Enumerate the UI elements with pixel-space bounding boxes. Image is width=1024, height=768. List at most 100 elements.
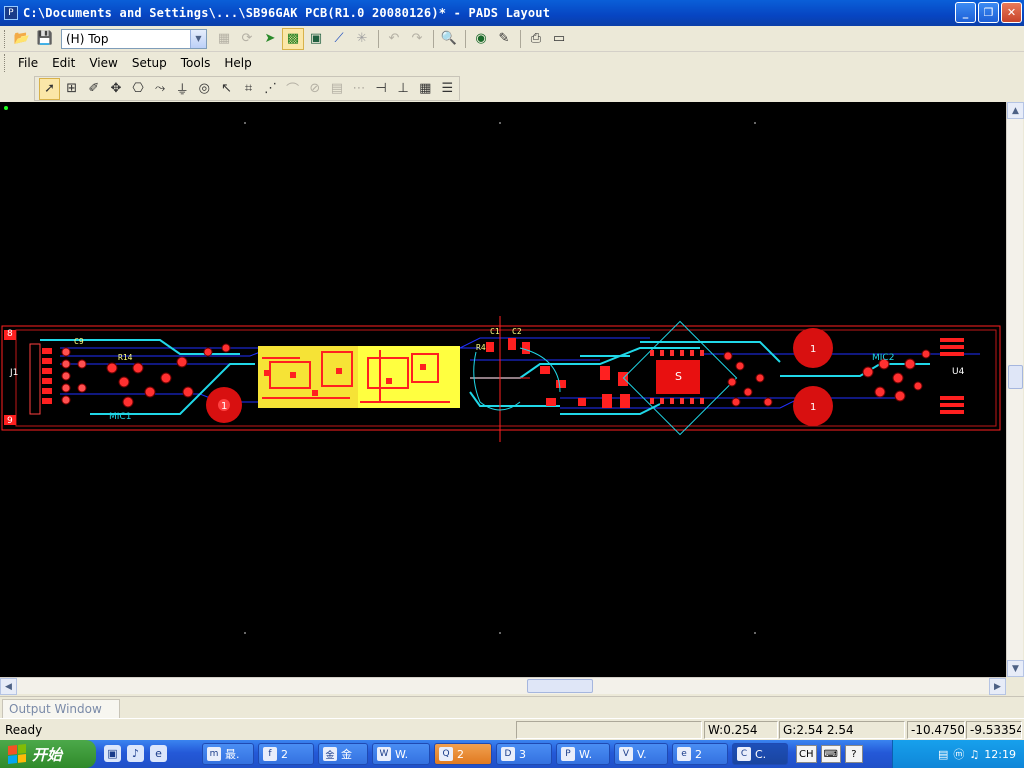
via-button[interactable]: ⏚ [172, 78, 193, 100]
horizontal-scrollbar[interactable]: ◀ ▶ [0, 677, 1006, 695]
refresh-button[interactable]: ⟳ [236, 28, 258, 50]
close-button[interactable]: ✕ [1001, 2, 1022, 23]
menu-view[interactable]: View [82, 56, 124, 70]
vertical-scroll-thumb[interactable] [1008, 365, 1023, 389]
task-item[interactable]: 金金 [318, 743, 368, 765]
route-button[interactable]: ➤ [259, 28, 281, 50]
menu-file[interactable]: File [11, 56, 45, 70]
star-button[interactable]: ✳ [351, 28, 373, 50]
label-u4: U4 [952, 367, 965, 377]
report-button[interactable]: ☰ [437, 78, 458, 100]
save-button[interactable]: 💾 [34, 28, 56, 50]
horizontal-scroll-thumb[interactable] [527, 679, 593, 693]
drc-icon: ▤ [330, 81, 343, 96]
label-hole-top: 1 [810, 344, 816, 355]
task-icon: Q [439, 747, 453, 761]
wire-button[interactable]: ⟋ [328, 28, 350, 50]
arrow-icon: ↖ [220, 81, 232, 96]
menu-help[interactable]: Help [217, 56, 258, 70]
dimension-button[interactable]: ⌗ [238, 78, 259, 100]
window-button[interactable]: ▭ [548, 28, 570, 50]
drafting-button[interactable]: ✐ [83, 78, 104, 100]
layer-dropdown[interactable]: (H) Top ▼ [61, 28, 207, 49]
pcb-canvas[interactable]: C9 C1 C2 R14 R4 J1 8 9 MIC1 MIC2 U4 S 1 … [0, 102, 1006, 677]
zoom-button[interactable]: 🔍 [438, 28, 460, 50]
task-item[interactable]: Q2 [434, 743, 492, 765]
undo-history-button[interactable]: ▦ [213, 28, 235, 50]
view-button[interactable]: ◉ [470, 28, 492, 50]
area-select-button[interactable]: ⊞ [61, 78, 82, 100]
task-item[interactable]: W W. [372, 743, 430, 765]
select-icon: ➚ [44, 81, 56, 96]
view-icon: ◉ [475, 31, 487, 46]
chevron-right-icon: ▶ [994, 681, 1001, 692]
task-icon: W [377, 747, 391, 761]
clock[interactable]: 12:19 [984, 748, 1016, 761]
highlight-button[interactable]: ✎ [493, 28, 515, 50]
redo-icon: ↷ [411, 31, 423, 46]
keyboard-icon[interactable]: ⌨ [820, 745, 841, 763]
pin-icon: ⊣ [375, 81, 387, 96]
messenger-icon[interactable]: ⓜ [953, 746, 964, 762]
menu-setup[interactable]: Setup [125, 56, 174, 70]
menu-edit[interactable]: Edit [45, 56, 82, 70]
media-icon[interactable]: ♪ [127, 745, 144, 762]
undo-button[interactable]: ↶ [383, 28, 405, 50]
vertical-scrollbar[interactable]: ▲ ▼ [1006, 102, 1024, 677]
copper-button[interactable]: ◎ [194, 78, 215, 100]
task-item[interactable]: f2 [258, 743, 314, 765]
pin-button[interactable]: ⊣ [371, 78, 392, 100]
length-button[interactable]: ⊥ [393, 78, 414, 100]
display-colors-button[interactable]: ▩ [282, 27, 304, 50]
highlight-icon: ✎ [498, 31, 510, 46]
ime-language[interactable]: CH [796, 745, 817, 763]
grid-button[interactable]: ▦ [415, 78, 436, 100]
route-tool-button[interactable]: ⤳ [150, 78, 171, 100]
output-window-tab[interactable]: Output Window [2, 699, 120, 719]
task-item-active[interactable]: C C. [732, 743, 788, 765]
drc-button[interactable]: ▤ [326, 78, 347, 100]
ie-icon[interactable]: e [150, 745, 167, 762]
network-icon[interactable]: ▤ [938, 748, 948, 761]
task-item[interactable]: m 最. [202, 743, 254, 765]
pads-app-icon[interactable]: P [4, 6, 18, 20]
redo-button[interactable]: ↷ [406, 28, 428, 50]
task-icon: P [561, 747, 575, 761]
component-button[interactable]: ⎔ [127, 78, 148, 100]
menu-tools[interactable]: Tools [174, 56, 218, 70]
toolbar-grip[interactable] [4, 29, 7, 48]
task-icon: 金 [323, 747, 337, 761]
scroll-down-button[interactable]: ▼ [1007, 660, 1024, 677]
net-button[interactable]: ⋰ [260, 78, 281, 100]
scroll-right-button[interactable]: ▶ [989, 678, 1006, 695]
open-button[interactable]: 📂 [11, 28, 33, 50]
restore-button[interactable]: ❐ [978, 2, 999, 23]
status-bar: Ready W:0.254 G:2.54 2.54 -10.4750 -9.53… [0, 718, 1024, 740]
split-button[interactable]: ⊘ [304, 78, 325, 100]
minimize-button[interactable]: _ [955, 2, 976, 23]
task-item[interactable]: P W. [556, 743, 610, 765]
task-item[interactable]: V V. [614, 743, 668, 765]
menu-grip[interactable] [4, 54, 7, 72]
print-button[interactable]: ⎙ [525, 28, 547, 50]
window-icon: ▭ [552, 31, 566, 46]
trace-button[interactable]: ⌒ [282, 78, 303, 100]
label-pin-bottom: 9 [7, 416, 13, 426]
status-blank-field [516, 721, 702, 739]
help-icon[interactable]: ? [844, 745, 863, 763]
scroll-up-button[interactable]: ▲ [1007, 102, 1024, 119]
label-hole-bottom: 1 [810, 402, 816, 413]
task-item[interactable]: e2 [672, 743, 728, 765]
board-button[interactable]: ▣ [305, 28, 327, 50]
task-item[interactable]: D3 [496, 743, 552, 765]
scroll-left-button[interactable]: ◀ [0, 678, 17, 695]
desktop-icon[interactable]: ▣ [104, 745, 121, 762]
move-button[interactable]: ✥ [105, 78, 126, 100]
chevron-down-icon: ▼ [1012, 663, 1019, 674]
start-button[interactable]: 开始 [0, 740, 96, 768]
arrow-button[interactable]: ↖ [216, 78, 237, 100]
stitch-button[interactable]: ⋯ [348, 78, 369, 100]
pcb-drawing: C9 C1 C2 R14 R4 J1 8 9 MIC1 MIC2 U4 S 1 … [1, 106, 1001, 634]
volume-icon[interactable]: ♫ [969, 748, 979, 761]
select-button[interactable]: ➚ [39, 77, 61, 100]
